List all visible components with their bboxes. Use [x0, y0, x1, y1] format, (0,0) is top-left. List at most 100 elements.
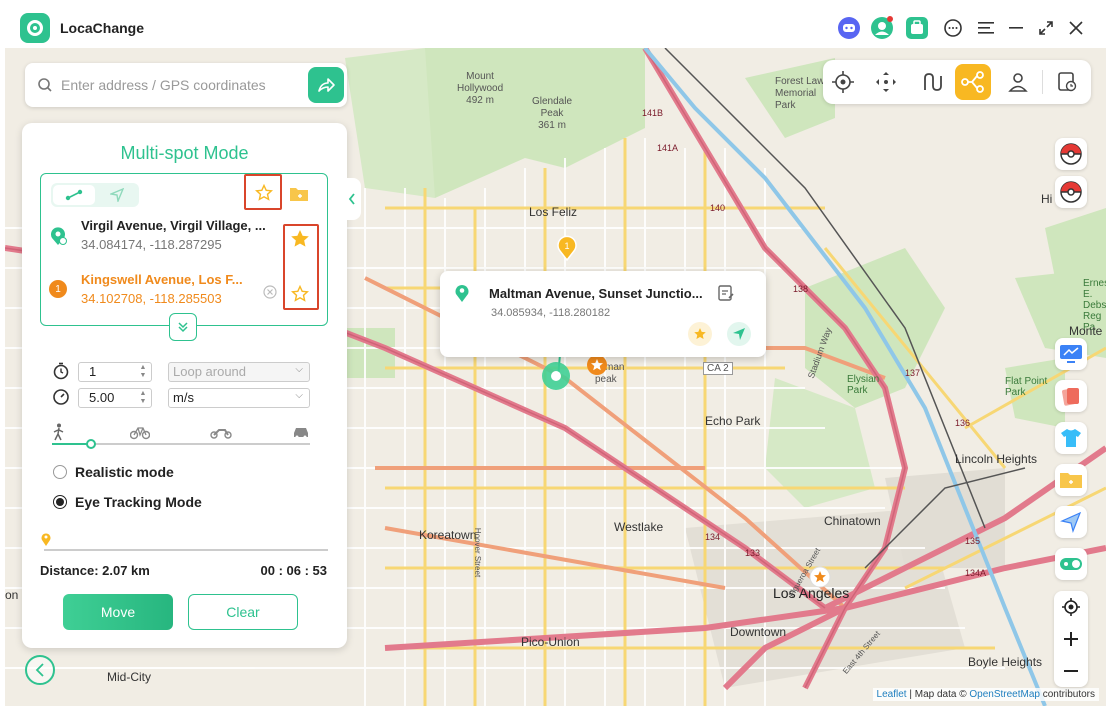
- open-folder-button[interactable]: [289, 185, 309, 208]
- map-label: Westlake: [614, 520, 664, 534]
- send-button[interactable]: [1055, 506, 1087, 538]
- road-badge: 134: [705, 532, 721, 542]
- app-title: LocaChange: [60, 20, 145, 36]
- search-input[interactable]: [61, 73, 301, 97]
- motorcycle-icon: [210, 426, 232, 444]
- speed-slider-thumb[interactable]: [85, 439, 96, 449]
- osm-link[interactable]: OpenStreetMap: [969, 689, 1040, 700]
- stepper-arrows[interactable]: ▲ ▼: [137, 390, 149, 406]
- duration-text: 00 : 06 : 53: [260, 563, 328, 578]
- road-badge: 133: [745, 548, 761, 558]
- eye-tracking-mode-radio[interactable]: [53, 495, 67, 509]
- navigate-icon: [733, 328, 745, 340]
- zoom-in-button[interactable]: [1054, 623, 1088, 655]
- loop-mode-value: Loop around: [173, 364, 247, 379]
- map-label: Lincoln Heights: [955, 452, 1038, 466]
- move-button[interactable]: Move: [63, 594, 173, 630]
- route-navigate-option[interactable]: [97, 185, 137, 205]
- speed-unit-select[interactable]: m/s ⌵: [168, 388, 310, 408]
- chevron-left-icon: [35, 663, 44, 677]
- close-icon[interactable]: [1064, 16, 1088, 40]
- title-bar: LocaChange: [0, 0, 1111, 48]
- spot-name: Virgil Avenue, Virgil Village, ...: [81, 218, 266, 233]
- two-spot-mode-button[interactable]: [913, 64, 949, 100]
- expand-list-button[interactable]: [169, 313, 197, 341]
- cards-icon: [1062, 388, 1079, 406]
- realistic-mode-label[interactable]: Realistic mode: [75, 464, 174, 480]
- clear-circle-icon: [263, 285, 277, 299]
- edit-icon[interactable]: [717, 284, 735, 307]
- route-line-option[interactable]: [53, 185, 95, 205]
- remove-spot-button[interactable]: [263, 285, 277, 304]
- road-badge: 141B: [642, 108, 664, 118]
- avatar-icon[interactable]: [870, 16, 894, 40]
- road-badge: 137: [905, 368, 921, 378]
- car-icon: [292, 425, 310, 444]
- times-stepper[interactable]: 1 ▲ ▼: [78, 362, 152, 382]
- attribution-text: | Map data ©: [906, 689, 970, 700]
- bike-icon: [129, 424, 151, 445]
- minus-icon: [1064, 670, 1078, 672]
- spots-list: Virgil Avenue, Virgil Village, ... 34.08…: [40, 173, 328, 326]
- map-label: Koreatown: [419, 528, 477, 542]
- pokeball-button[interactable]: [1055, 176, 1087, 208]
- chat-icon[interactable]: [941, 16, 965, 40]
- shirt-button[interactable]: [1055, 422, 1087, 454]
- map-label: Park: [847, 385, 868, 396]
- movement-settings: 1 ▲ ▼ Loop around ⌵ 5.00 ▲ ▼ m/s ⌵ Reali…: [42, 351, 324, 511]
- discord-icon[interactable]: [837, 16, 861, 40]
- realistic-mode-radio[interactable]: [53, 465, 67, 479]
- multi-spot-icon: [961, 71, 984, 93]
- popup-location-name: Maltman Avenue, Sunset Junctio...: [489, 286, 703, 301]
- jump-icon: [1008, 73, 1028, 92]
- toolbox-icon[interactable]: [905, 16, 929, 40]
- location-popup: Maltman Avenue, Sunset Junctio... 34.085…: [440, 271, 766, 357]
- chevron-down-icon: ⌵: [295, 390, 303, 401]
- speed-stepper[interactable]: 5.00 ▲ ▼: [78, 388, 152, 408]
- stepper-arrows[interactable]: ▲ ▼: [137, 364, 149, 380]
- go-button[interactable]: [308, 67, 344, 103]
- map-label: Pico-Union: [521, 635, 580, 649]
- route-progress-bar: [44, 549, 328, 551]
- favorite-spot-button[interactable]: [291, 230, 309, 253]
- favorite-spot-button[interactable]: [290, 284, 310, 308]
- map-label: on: [5, 588, 19, 602]
- fullscreen-icon[interactable]: [1034, 16, 1058, 40]
- leaflet-link[interactable]: Leaflet: [877, 689, 907, 700]
- collapse-panel-button[interactable]: [343, 178, 361, 220]
- back-button[interactable]: [25, 655, 55, 685]
- spot-name: Kingswell Avenue, Los F...: [81, 272, 243, 287]
- toggle-button[interactable]: [1055, 548, 1087, 580]
- search-bar: [25, 63, 347, 107]
- map-label: Park: [1005, 387, 1026, 398]
- eye-tracking-mode-label[interactable]: Eye Tracking Mode: [75, 494, 202, 510]
- speed-value: 5.00: [89, 390, 115, 405]
- loop-mode-select[interactable]: Loop around ⌵: [168, 362, 310, 382]
- popup-navigate-button[interactable]: [727, 322, 751, 346]
- speed-slider-track[interactable]: [52, 439, 310, 449]
- teleport-mode-button[interactable]: [825, 64, 861, 100]
- folder-button[interactable]: [1055, 464, 1087, 496]
- map-label: Mid-City: [107, 670, 151, 684]
- minimize-icon[interactable]: [1004, 16, 1028, 40]
- jump-mode-button[interactable]: [1000, 64, 1036, 100]
- clear-button[interactable]: Clear: [188, 594, 298, 630]
- joystick-mode-button[interactable]: [868, 64, 904, 100]
- screen-button[interactable]: [1055, 338, 1087, 370]
- multi-spot-mode-button[interactable]: [955, 64, 991, 100]
- favorite-all-button[interactable]: [254, 183, 274, 207]
- menu-icon[interactable]: [974, 16, 998, 40]
- cards-button[interactable]: [1055, 380, 1087, 412]
- locate-button[interactable]: [1054, 591, 1088, 623]
- star-filled-icon: [694, 328, 706, 339]
- history-button[interactable]: [1049, 64, 1085, 100]
- zoom-out-button[interactable]: [1054, 655, 1088, 687]
- pokeball-button[interactable]: [1055, 138, 1087, 170]
- popup-favorite-button[interactable]: [688, 322, 712, 346]
- map-label: Flat Point: [1005, 376, 1048, 387]
- share-arrow-icon: [318, 78, 335, 92]
- screen-icon: [1060, 345, 1082, 363]
- map-label: 492 m: [466, 95, 494, 106]
- map-label: Mount: [466, 71, 494, 82]
- map-label: Hollywood: [457, 83, 504, 94]
